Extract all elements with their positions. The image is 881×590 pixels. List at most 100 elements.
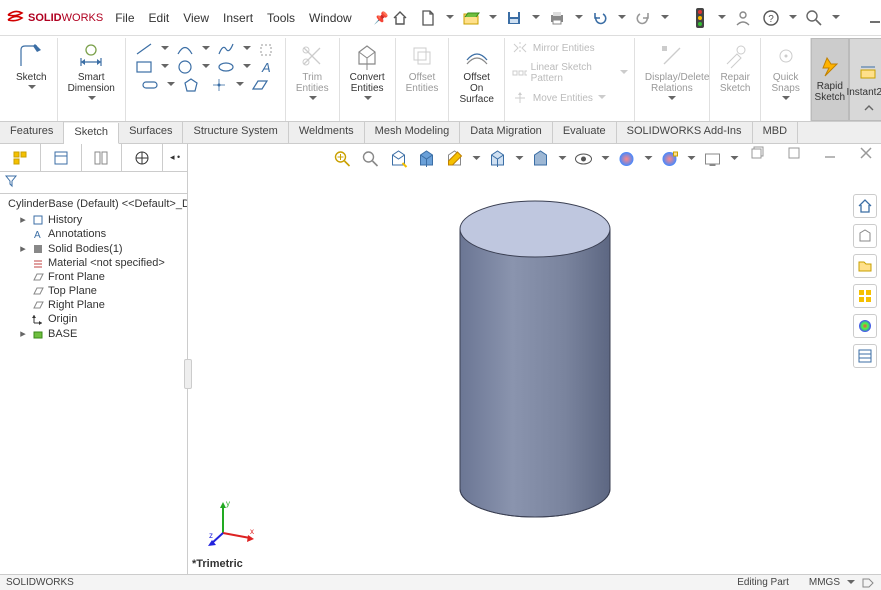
redo-icon[interactable]	[632, 7, 654, 29]
panel-overflow-icon[interactable]: ◂ •	[163, 144, 187, 171]
previous-view-icon[interactable]	[387, 148, 409, 170]
feature-tree: CylinderBase (Default) <<Default>_Displ …	[0, 194, 187, 343]
edit-appearance-icon[interactable]	[615, 148, 637, 170]
print-icon[interactable]	[546, 7, 568, 29]
status-units[interactable]: MMGS	[809, 577, 840, 588]
open-icon[interactable]	[460, 7, 482, 29]
ellipse-tool-icon[interactable]	[214, 58, 238, 76]
taskpane-custom-props-icon[interactable]	[853, 344, 877, 368]
arc-tool-icon[interactable]	[173, 40, 197, 58]
traffic-light-icon[interactable]	[689, 7, 711, 29]
slot-tool-icon[interactable]	[138, 76, 162, 94]
tree-item[interactable]: ▸History	[0, 212, 187, 227]
taskpane-design-library-icon[interactable]	[853, 224, 877, 248]
tab-addins[interactable]: SOLIDWORKS Add-Ins	[617, 122, 753, 143]
taskpane-appearances-icon[interactable]	[853, 314, 877, 338]
undo-icon[interactable]	[589, 7, 611, 29]
search-icon[interactable]	[803, 7, 825, 29]
svg-text:x: x	[250, 527, 254, 536]
feature-tree-tab-icon[interactable]	[0, 144, 41, 171]
tree-filter-icon[interactable]	[0, 172, 187, 194]
offset-on-surface-button[interactable]: Offset On Surface	[455, 40, 497, 107]
doc-close-icon[interactable]	[855, 142, 877, 164]
menu-view[interactable]: View	[183, 11, 209, 25]
section-view-icon[interactable]	[415, 148, 437, 170]
doc-restore-icon[interactable]	[747, 142, 769, 164]
minimize-icon[interactable]	[864, 7, 881, 29]
user-icon[interactable]	[732, 7, 754, 29]
sketch-button[interactable]: Sketch	[12, 40, 51, 93]
help-icon[interactable]: ?	[760, 7, 782, 29]
title-bar: SOLIDWORKS File Edit View Insert Tools W…	[0, 0, 881, 36]
material-icon	[32, 257, 44, 269]
app-logo: SOLIDWORKS	[6, 9, 103, 27]
doc-maximize-icon[interactable]	[783, 142, 805, 164]
taskpane-view-palette-icon[interactable]	[853, 284, 877, 308]
config-manager-tab-icon[interactable]	[82, 144, 123, 171]
doc-minimize-icon[interactable]	[819, 142, 841, 164]
status-tags-icon[interactable]	[861, 577, 875, 589]
spline-tool-icon[interactable]	[214, 40, 238, 58]
tab-surfaces[interactable]: Surfaces	[119, 122, 183, 143]
save-icon[interactable]	[503, 7, 525, 29]
tree-item[interactable]: Material <not specified>	[0, 256, 187, 270]
tree-root-item[interactable]: CylinderBase (Default) <<Default>_Displ	[0, 196, 187, 212]
orientation-triad[interactable]: y x z	[208, 498, 258, 548]
text-tool-icon[interactable]: A	[255, 58, 279, 76]
tree-item[interactable]: AAnnotations	[0, 227, 187, 241]
panel-splitter-handle[interactable]	[184, 359, 192, 389]
app-name: SOLIDWORKS	[28, 12, 103, 24]
property-manager-tab-icon[interactable]	[41, 144, 82, 171]
tab-evaluate[interactable]: Evaluate	[553, 122, 617, 143]
dynamic-annotation-icon[interactable]	[443, 148, 465, 170]
display-style-icon[interactable]	[529, 148, 551, 170]
svg-text:A: A	[34, 230, 41, 240]
tree-item[interactable]: Origin	[0, 312, 187, 326]
smart-dimension-button[interactable]: Smart Dimension	[64, 40, 119, 104]
circle-tool-icon[interactable]	[173, 58, 197, 76]
point-tool-icon[interactable]	[207, 76, 231, 94]
new-icon[interactable]	[417, 7, 439, 29]
plane-tool-icon[interactable]	[248, 76, 272, 94]
svg-text:?: ?	[768, 14, 774, 25]
main-menu: File Edit View Insert Tools Window 📌	[115, 11, 389, 25]
menu-window[interactable]: Window	[309, 11, 352, 25]
tab-data-migration[interactable]: Data Migration	[460, 122, 553, 143]
tree-item[interactable]: Front Plane	[0, 270, 187, 284]
taskpane-file-explorer-icon[interactable]	[853, 254, 877, 278]
dimxpert-tab-icon[interactable]	[122, 144, 163, 171]
tree-item[interactable]: ▸BASE	[0, 326, 187, 341]
hide-show-icon[interactable]	[572, 148, 594, 170]
tab-sketch[interactable]: Sketch	[64, 123, 119, 144]
tab-structure-system[interactable]: Structure System	[183, 122, 288, 143]
view-settings-icon[interactable]	[701, 148, 723, 170]
tab-weldments[interactable]: Weldments	[289, 122, 365, 143]
fillet-tool-icon[interactable]	[255, 40, 279, 58]
rapid-sketch-toggle[interactable]: Rapid Sketch	[811, 38, 849, 121]
tree-item[interactable]: ▸Solid Bodies(1)	[0, 241, 187, 256]
tree-item[interactable]: Top Plane	[0, 284, 187, 298]
apply-scene-icon[interactable]	[658, 148, 680, 170]
rectangle-tool-icon[interactable]	[132, 58, 156, 76]
view-orientation-icon[interactable]	[486, 148, 508, 170]
menu-file[interactable]: File	[115, 11, 134, 25]
collapse-ribbon-icon[interactable]	[863, 102, 875, 117]
graphics-viewport[interactable]: y x z *Trimetric	[188, 144, 881, 574]
taskpane-home-icon[interactable]	[853, 194, 877, 218]
tab-mesh-modeling[interactable]: Mesh Modeling	[365, 122, 461, 143]
tab-features[interactable]: Features	[0, 122, 64, 143]
menu-tools[interactable]: Tools	[267, 11, 295, 25]
menu-insert[interactable]: Insert	[223, 11, 253, 25]
tree-item[interactable]: Right Plane	[0, 298, 187, 312]
plane-icon	[32, 299, 44, 311]
home-icon[interactable]	[389, 7, 411, 29]
zoom-fit-icon[interactable]	[331, 148, 353, 170]
zoom-area-icon[interactable]	[359, 148, 381, 170]
menu-edit[interactable]: Edit	[149, 11, 170, 25]
plane-icon	[32, 285, 44, 297]
polygon-tool-icon[interactable]	[179, 76, 203, 94]
line-tool-icon[interactable]	[132, 40, 156, 58]
pin-icon[interactable]: 📌	[374, 11, 389, 25]
tab-mbd[interactable]: MBD	[753, 122, 798, 143]
convert-entities-button[interactable]: Convert Entities	[346, 40, 389, 104]
